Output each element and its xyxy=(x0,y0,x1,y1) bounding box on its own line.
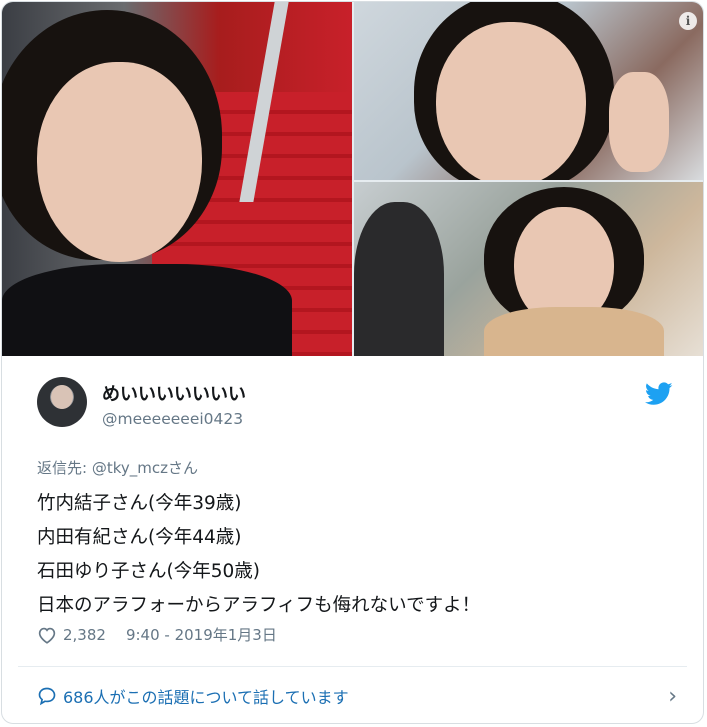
cardigan-shape xyxy=(484,307,664,356)
conversation-link[interactable]: 686人がこの話題について話しています › xyxy=(37,682,677,710)
tweet-card: i めいいいいいいい @meeeeeeei0423 返信先: @tky_mczさ… xyxy=(1,1,704,724)
tweet-text-line: 内田有紀さん(今年44歳) xyxy=(37,527,242,548)
heart-icon[interactable] xyxy=(37,626,57,644)
face-shape xyxy=(37,62,202,262)
chevron-right-icon[interactable]: › xyxy=(668,684,677,709)
reply-mention-link[interactable]: @tky_mcz xyxy=(92,459,168,477)
conversation-text[interactable]: 686人がこの話題について話しています xyxy=(63,684,349,708)
timestamp[interactable]: 9:40 - 2019年1月3日 xyxy=(126,624,277,645)
tweet-text-line: 竹内結子さん(今年39歳) xyxy=(37,493,242,514)
info-icon[interactable]: i xyxy=(679,12,697,30)
divider xyxy=(18,666,687,667)
avatar[interactable] xyxy=(37,377,87,427)
photo-top-right[interactable]: i xyxy=(354,2,703,180)
user-handle[interactable]: @meeeeeeei0423 xyxy=(102,410,243,428)
reply-prefix: 返信先: xyxy=(37,459,92,477)
tweet-text-line: 日本のアラフォーからアラフィフも侮れないですよ！ xyxy=(37,595,481,616)
dress-shape xyxy=(2,264,292,356)
reply-to: 返信先: @tky_mczさん xyxy=(37,457,198,478)
photo-left[interactable] xyxy=(2,2,352,356)
speech-bubble-icon xyxy=(38,687,56,706)
tweet-meta: 2,382 9:40 - 2019年1月3日 xyxy=(37,624,277,645)
photo-bottom-right[interactable] xyxy=(354,182,703,356)
display-name[interactable]: めいいいいいいい xyxy=(102,380,246,406)
face-shape xyxy=(436,22,586,180)
twitter-bird-icon[interactable] xyxy=(645,382,673,406)
like-count[interactable]: 2,382 xyxy=(63,626,106,644)
person-silhouette xyxy=(354,202,444,356)
media-grid: i xyxy=(2,2,703,356)
reply-suffix: さん xyxy=(167,459,198,477)
tweet-text-line: 石田ゆり子さん(今年50歳) xyxy=(37,561,260,582)
hand-shape xyxy=(609,72,669,172)
